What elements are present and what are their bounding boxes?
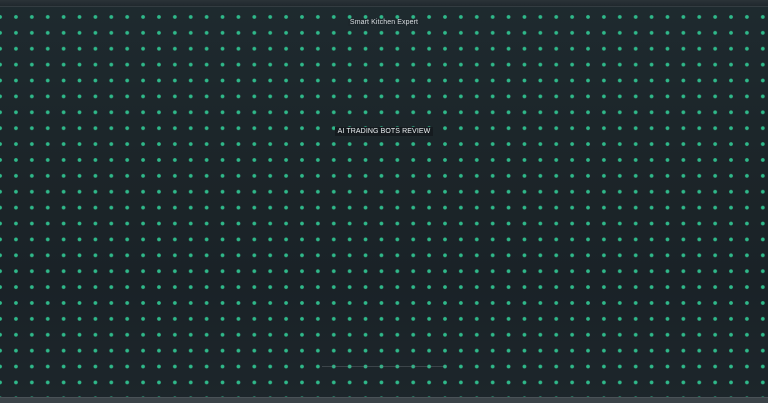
bottom-bar: [0, 397, 768, 403]
site-title-text: Smart Kitchen Expert: [347, 19, 421, 26]
divider-line: [322, 366, 446, 367]
page-headline: AI TRADING BOTS REVIEW: [0, 127, 768, 136]
site-title-link[interactable]: Smart Kitchen Expert: [0, 19, 768, 26]
page-frame: Smart Kitchen Expert AI TRADING BOTS REV…: [0, 0, 768, 403]
top-bar: [0, 0, 768, 7]
headline-text: AI TRADING BOTS REVIEW: [334, 127, 434, 136]
dot-pattern-background: [0, 7, 768, 397]
